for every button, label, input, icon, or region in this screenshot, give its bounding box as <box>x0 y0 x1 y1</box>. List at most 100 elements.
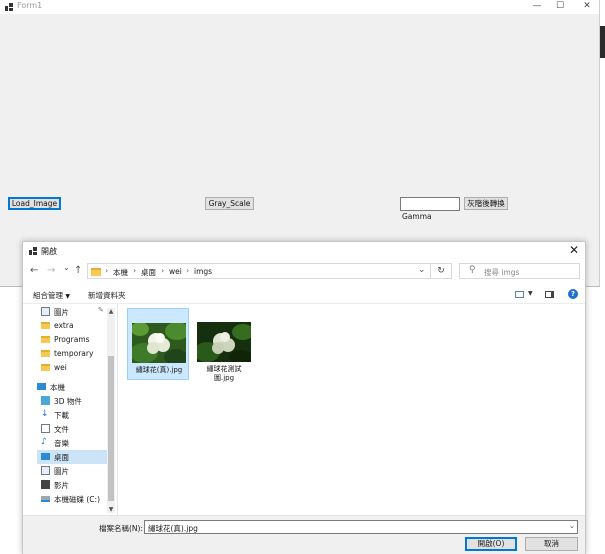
folder-icon <box>41 350 50 357</box>
up-button[interactable]: ↑ <box>74 265 82 276</box>
nav-item-label: 圖片 <box>54 308 69 317</box>
nav-item-label: extra <box>54 321 74 330</box>
breadcrumb-wei[interactable]: wei <box>169 267 182 276</box>
nav-item-programs[interactable]: Programs <box>37 333 107 347</box>
nav-item-label: 文件 <box>54 425 69 434</box>
organize-label: 組合管理 <box>33 291 63 300</box>
nav-item-documents[interactable]: 文件 <box>37 422 107 436</box>
caret-down-icon: ▼ <box>65 293 71 300</box>
scroll-up-icon[interactable]: ▲ <box>107 308 115 315</box>
gamma-input[interactable] <box>400 197 460 211</box>
3d-objects-icon <box>41 396 50 405</box>
file-thumbnail <box>132 323 186 363</box>
file-item[interactable]: 繡球花測試圖.jpg <box>193 308 255 382</box>
nav-item-this-pc[interactable]: 本機 <box>33 380 103 394</box>
dialog-app-icon <box>29 247 37 255</box>
gamma-convert-button[interactable]: 灰階後轉換 <box>464 197 508 210</box>
breadcrumb-separator: › <box>161 266 165 275</box>
pictures-icon <box>41 466 50 475</box>
search-placeholder: 搜尋 imgs <box>484 268 520 277</box>
desktop-icon <box>41 453 50 460</box>
this-pc-icon <box>37 383 46 390</box>
filename-dropdown-icon[interactable]: ⌄ <box>569 522 575 530</box>
nav-item-label: temporary <box>54 349 94 358</box>
breadcrumb-separator: › <box>105 266 109 275</box>
breadcrumb-separator: › <box>186 266 190 275</box>
videos-icon <box>41 480 50 489</box>
maximize-button[interactable]: ☐ <box>546 0 574 14</box>
breadcrumb-imgs[interactable]: imgs <box>194 267 212 276</box>
nav-item-label: 桌面 <box>54 453 69 462</box>
cancel-button[interactable]: 取消 <box>525 537 578 551</box>
preview-pane-icon[interactable] <box>545 291 554 298</box>
new-folder-button[interactable]: 新增資料夾 <box>88 290 126 301</box>
open-file-dialog: 開啟 ✕ ← → ⌄ ↑ › 本機 › 桌面 › wei › imgs ⌄ ↻ … <box>22 241 586 554</box>
app-icon <box>5 3 13 11</box>
organize-button[interactable]: 組合管理 ▼ <box>33 290 70 301</box>
breadcrumb-desktop[interactable]: 桌面 <box>141 267 156 278</box>
address-dropdown-icon[interactable]: ⌄ <box>418 265 426 275</box>
pane-divider <box>117 304 118 516</box>
nav-item-label: Programs <box>54 335 90 344</box>
file-name: 繡球花測試圖.jpg <box>206 365 242 382</box>
folder-icon <box>91 268 101 276</box>
nav-item-label: 本機 <box>50 383 65 392</box>
filename-value: 繡球花(真).jpg <box>148 524 198 533</box>
view-options-icon[interactable] <box>515 291 524 298</box>
nav-item-label: wei <box>54 363 67 372</box>
pictures-icon <box>41 307 50 316</box>
nav-item-music[interactable]: ♪ 音樂 <box>37 436 107 450</box>
filename-label: 檔案名稱(N): <box>99 524 143 533</box>
nav-item-pictures[interactable]: 圖片 <box>37 464 107 478</box>
gray-scale-button[interactable]: Gray_Scale <box>205 197 254 210</box>
scroll-down-icon[interactable]: ▼ <box>107 506 115 513</box>
forward-button[interactable]: → <box>47 265 55 276</box>
folder-icon <box>41 322 50 329</box>
search-input[interactable]: ⚲ 搜尋 imgs <box>459 263 580 279</box>
address-bar[interactable]: › 本機 › 桌面 › wei › imgs ⌄ <box>87 263 452 279</box>
nav-pane-scrollbar[interactable]: ▲ ▼ <box>107 308 115 513</box>
form1-titlebar: Form1 — ☐ ✕ <box>0 0 599 14</box>
scrollbar-thumb[interactable] <box>108 356 114 501</box>
nav-item-extra[interactable]: extra <box>37 319 107 333</box>
load-image-button[interactable]: Load_Image <box>8 197 61 210</box>
nav-item-label: 圖片 <box>54 467 69 476</box>
nav-item-label: 音樂 <box>54 439 69 448</box>
gamma-label: Gamma <box>402 212 432 221</box>
open-button[interactable]: 開啟(O) <box>465 537 517 551</box>
nav-item-label: 本機磁碟 (C:) <box>54 495 100 504</box>
downloads-icon: ↓ <box>41 409 49 419</box>
local-disk-icon <box>41 496 50 502</box>
folder-icon <box>41 336 50 343</box>
breadcrumb-this-pc[interactable]: 本機 <box>113 267 128 278</box>
recent-locations-button[interactable]: ⌄ <box>63 263 70 272</box>
filename-input[interactable]: 繡球花(真).jpg ⌄ <box>144 520 578 534</box>
folder-icon <box>41 364 50 371</box>
nav-item-wei[interactable]: wei <box>37 361 107 375</box>
nav-item-label: 影片 <box>54 481 69 490</box>
breadcrumb-separator: › <box>133 266 137 275</box>
search-icon: ⚲ <box>469 265 476 275</box>
nav-item-videos[interactable]: 影片 <box>37 478 107 492</box>
view-dropdown-icon[interactable]: ▼ <box>528 290 533 297</box>
file-name: 繡球花(真).jpg <box>135 366 183 374</box>
documents-icon <box>41 424 50 433</box>
nav-item-desktop[interactable]: 桌面 <box>37 450 107 464</box>
command-bar-divider <box>23 303 585 304</box>
refresh-button[interactable]: ↻ <box>430 263 452 279</box>
pin-icon[interactable]: ✎ <box>98 306 104 314</box>
help-icon[interactable]: ? <box>568 289 578 299</box>
form-title: Form1 <box>17 1 43 10</box>
back-button[interactable]: ← <box>30 265 38 276</box>
nav-item-label: 3D 物件 <box>54 397 82 406</box>
nav-item-temporary[interactable]: temporary <box>37 347 107 361</box>
nav-item-downloads[interactable]: ↓ 下載 <box>37 408 107 422</box>
nav-item-3d-objects[interactable]: 3D 物件 <box>37 394 107 408</box>
dialog-close-button[interactable]: ✕ <box>569 243 579 257</box>
file-item[interactable]: 繡球花(真).jpg <box>127 308 189 380</box>
nav-item-pictures-pinned[interactable]: 圖片 ✎ <box>37 305 107 319</box>
close-button[interactable]: ✕ <box>573 0 601 14</box>
nav-item-local-disk[interactable]: 本機磁碟 (C:) <box>37 492 107 506</box>
file-thumbnail <box>197 322 251 362</box>
dialog-title: 開啟 <box>41 247 57 256</box>
